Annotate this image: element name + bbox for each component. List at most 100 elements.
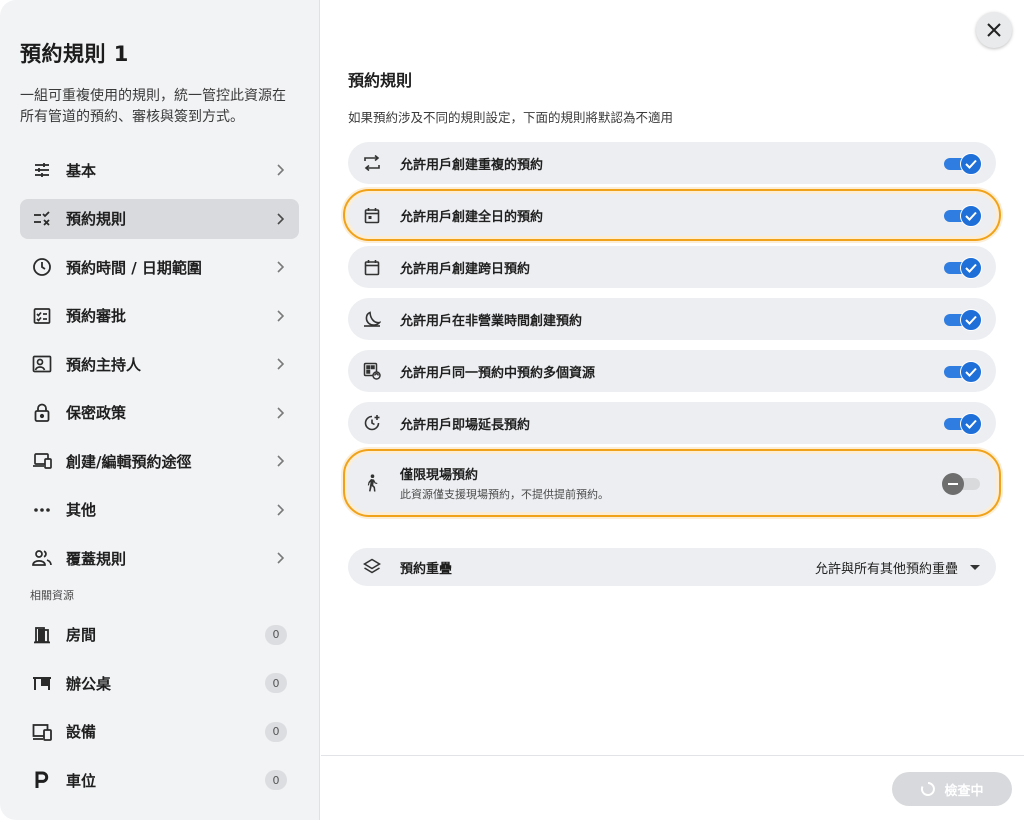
chevron-right-icon: [273, 260, 287, 274]
toggle-switch[interactable]: [944, 257, 982, 279]
tune-icon: [32, 160, 52, 180]
count-badge: 0: [265, 624, 287, 645]
chevron-right-icon: [273, 454, 287, 468]
toggle-switch[interactable]: [944, 309, 982, 331]
rule-after-hours: 允許用戶在非營業時間創建預約: [348, 298, 996, 340]
sidebar-item-override[interactable]: 覆蓋規則: [20, 538, 299, 578]
parking-icon: [32, 770, 52, 790]
check-icon: [965, 367, 977, 377]
check-button[interactable]: 檢查中: [892, 772, 1012, 806]
chevron-right-icon: [273, 503, 287, 517]
chevron-right-icon: [273, 551, 287, 565]
sidebar-item-label: 其他: [66, 501, 97, 519]
count-badge: 0: [265, 770, 287, 790]
rules-list: 允許用戶創建重複的預約 允許用戶創建全日的預約 允許用戶創建跨日預約 允許用戶在…: [343, 142, 1001, 522]
chevron-right-icon: [273, 406, 287, 420]
walk-icon: [362, 473, 382, 493]
clock-extend-icon: [362, 413, 382, 433]
overlap-select-value: 允許與所有其他預約重疊: [814, 561, 958, 577]
sidebar-item-label: 基本: [66, 161, 97, 180]
resource-item-parking[interactable]: 車位 0: [20, 760, 299, 800]
check-button-label: 檢查中: [944, 783, 984, 799]
page-subtitle: 如果預約涉及不同的規則設定，下面的規則將默認為不適用: [348, 110, 674, 125]
resource-item-desk[interactable]: 辦公桌 0: [20, 663, 299, 703]
clock-icon: [32, 257, 52, 277]
close-icon: [987, 23, 1001, 37]
host-icon: [32, 354, 52, 374]
multi-resource-icon: [362, 361, 382, 381]
close-button[interactable]: [976, 12, 1012, 48]
sidebar-item-basic[interactable]: 基本: [20, 150, 299, 190]
resources-section-label: 相關資源: [30, 588, 74, 602]
layers-icon: [362, 557, 382, 577]
sidebar-item-host[interactable]: 預約主持人: [20, 344, 299, 384]
sidebar-item-label: 預約審批: [66, 307, 127, 325]
sidebar-item-booking-rules[interactable]: 預約規則: [20, 198, 299, 239]
resource-item-equipment[interactable]: 設備 0: [20, 712, 299, 752]
desk-icon: [32, 673, 52, 693]
sidebar-item-privacy[interactable]: 保密政策: [20, 393, 299, 433]
sidebar-item-other[interactable]: 其他: [20, 490, 299, 530]
footer: 檢查中: [321, 755, 1024, 820]
chevron-right-icon: [273, 163, 287, 177]
page-title: 預約規則: [348, 71, 413, 90]
toggle-switch[interactable]: [944, 413, 982, 435]
rule-label: 僅限現場預約: [400, 468, 479, 483]
booking-overlap-row: 預約重疊 允許與所有其他預約重疊: [348, 548, 996, 586]
sidebar-item-label: 預約主持人: [66, 355, 142, 374]
overlap-select[interactable]: 允許與所有其他預約重疊: [815, 558, 980, 577]
sidebar-title: 預約規則 1: [20, 42, 129, 66]
chevron-right-icon: [273, 212, 287, 226]
spinner-icon: [921, 782, 936, 796]
rule-label: 允許用戶即場延長預約: [400, 417, 531, 433]
check-icon: [965, 211, 977, 221]
sidebar-item-channels[interactable]: 創建/編輯預約途徑: [20, 441, 299, 481]
sidebar-item-label: 預約規則: [66, 210, 127, 228]
caret-down-icon: [970, 564, 980, 570]
toggle-switch[interactable]: [944, 153, 982, 175]
sidebar-nav: 基本 預約規則 預約時間 / 日期範圍 預約審批 預約主持人 保密政策 創建/編…: [20, 150, 299, 578]
resources-list: 房間 0 辦公桌 0 設備 0 車位 0: [20, 615, 299, 801]
sidebar-item-label: 預約時間 / 日期範圍: [66, 258, 202, 277]
rule-hint: 此資源僅支援現場預約，不提供提前預約。: [400, 488, 609, 501]
toggle-switch[interactable]: [944, 205, 982, 227]
rule-label: 允許用戶同一預約中預約多個資源: [400, 365, 596, 381]
sidebar-item-approval[interactable]: 預約審批: [20, 296, 299, 336]
rule-all-day: 允許用戶創建全日的預約: [343, 189, 1001, 241]
check-icon: [965, 419, 977, 429]
door-icon: [32, 625, 52, 645]
approval-icon: [32, 306, 52, 326]
checklist-icon: [32, 209, 52, 229]
rule-multi-day: 允許用戶創建跨日預約: [348, 246, 996, 288]
sidebar: 預約規則 1 一組可重複使用的規則，統一管控此資源在所有管道的預約、審核與簽到方…: [0, 0, 320, 820]
moon-icon: [362, 309, 382, 329]
resource-label: 設備: [66, 723, 97, 741]
rule-multi-resource: 允許用戶同一預約中預約多個資源: [348, 350, 996, 392]
sidebar-item-label: 創建/編輯預約途徑: [66, 452, 192, 471]
rule-extend-onsite: 允許用戶即場延長預約: [348, 402, 996, 444]
lock-icon: [32, 403, 52, 423]
sidebar-item-time-range[interactable]: 預約時間 / 日期範圍: [20, 247, 299, 287]
toggle-switch[interactable]: [942, 473, 982, 495]
rule-recurring: 允許用戶創建重複的預約: [348, 142, 996, 184]
devices-icon: [32, 451, 52, 471]
toggle-switch[interactable]: [944, 361, 982, 383]
rule-walk-in-only: 僅限現場預約 此資源僅支援現場預約，不提供提前預約。: [343, 449, 1001, 517]
resource-item-room[interactable]: 房間 0: [20, 615, 299, 655]
rule-label: 允許用戶創建全日的預約: [400, 209, 544, 225]
sidebar-description: 一組可重複使用的規則，統一管控此資源在所有管道的預約、審核與簽到方式。: [20, 88, 286, 125]
sidebar-item-label: 覆蓋規則: [66, 549, 127, 568]
minus-icon: [948, 483, 958, 485]
people-icon: [32, 548, 52, 568]
repeat-icon: [362, 153, 382, 173]
count-badge: 0: [265, 673, 287, 693]
chevron-right-icon: [273, 309, 287, 323]
equipment-icon: [32, 722, 52, 742]
more-icon: [32, 500, 52, 520]
sidebar-item-label: 保密政策: [66, 404, 127, 422]
calendar-icon: [362, 257, 382, 277]
check-icon: [965, 159, 977, 169]
resource-label: 辦公桌: [66, 674, 112, 693]
main-panel: 預約規則 如果預約涉及不同的規則設定，下面的規則將默認為不適用 允許用戶創建重複…: [321, 0, 1024, 820]
rule-label: 允許用戶創建重複的預約: [400, 157, 544, 173]
